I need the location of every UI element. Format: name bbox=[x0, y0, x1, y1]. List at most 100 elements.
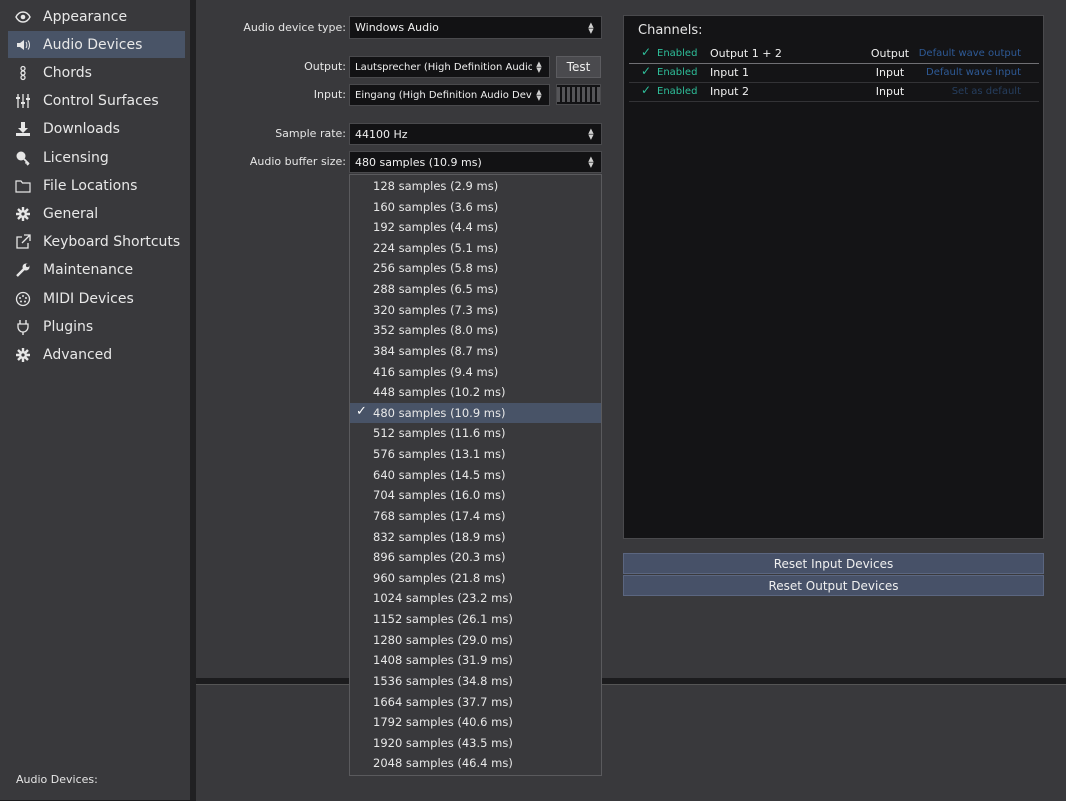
buffer-size-option[interactable]: 1664 samples (37.7 ms) bbox=[350, 692, 601, 712]
buffer-size-option-label: 352 samples (8.0 ms) bbox=[373, 323, 499, 338]
buffer-size-option-label: 384 samples (8.7 ms) bbox=[373, 343, 499, 358]
enabled-check-icon[interactable]: ✓ bbox=[641, 83, 651, 97]
buffer-size-option-label: 832 samples (18.9 ms) bbox=[373, 529, 506, 544]
reset-input-devices-button[interactable]: Reset Input Devices bbox=[623, 553, 1044, 574]
buffer-size-option[interactable]: 288 samples (6.5 ms) bbox=[350, 279, 601, 299]
device-type-select[interactable]: Windows Audio ▲ ▼ bbox=[349, 16, 602, 39]
sidebar-item-licensing[interactable]: Licensing bbox=[8, 144, 185, 171]
buffer-size-option-label: 640 samples (14.5 ms) bbox=[373, 467, 506, 482]
buffer-size-option[interactable]: 384 samples (8.7 ms) bbox=[350, 341, 601, 361]
speaker-icon bbox=[14, 36, 32, 54]
sidebar-item-maintenance[interactable]: Maintenance bbox=[8, 257, 185, 284]
sidebar-item-keyboard-shortcuts[interactable]: Keyboard Shortcuts bbox=[8, 229, 185, 256]
channel-enabled-toggle[interactable]: Enabled bbox=[657, 67, 697, 78]
buffer-size-option[interactable]: 416 samples (9.4 ms) bbox=[350, 362, 601, 382]
sidebar: Appearance Audio Devices Chords Control Sur… bbox=[0, 0, 190, 800]
buffer-size-option[interactable]: 256 samples (5.8 ms) bbox=[350, 258, 601, 278]
test-button[interactable]: Test bbox=[556, 56, 601, 78]
channel-name: Output 1 + 2 bbox=[710, 47, 782, 60]
sidebar-item-file-locations[interactable]: File Locations bbox=[8, 172, 185, 199]
channel-type: Input bbox=[875, 66, 905, 79]
buffer-size-option[interactable]: 1152 samples (26.1 ms) bbox=[350, 609, 601, 629]
buffer-size-option[interactable]: 1536 samples (34.8 ms) bbox=[350, 671, 601, 691]
sample-rate-select[interactable]: 44100 Hz ▲ ▼ bbox=[349, 123, 602, 145]
buffer-size-option[interactable]: 1408 samples (31.9 ms) bbox=[350, 650, 601, 670]
channels-title: Channels: bbox=[638, 23, 703, 38]
channel-type: Output bbox=[870, 47, 910, 60]
chords-icon bbox=[14, 64, 32, 82]
eye-icon bbox=[14, 8, 32, 26]
buffer-size-option-label: 1920 samples (43.5 ms) bbox=[373, 735, 513, 750]
sidebar-item-label: Chords bbox=[43, 64, 92, 81]
buffer-size-value: 480 samples (10.9 ms) bbox=[355, 155, 482, 169]
channel-row: ✓ Enabled Output 1 + 2 Output Default wave o… bbox=[629, 44, 1039, 64]
sidebar-item-audio-devices[interactable]: Audio Devices bbox=[8, 31, 185, 59]
enabled-check-icon[interactable]: ✓ bbox=[641, 64, 651, 78]
sidebar-footer-label: Audio Devices: bbox=[16, 773, 98, 786]
buffer-size-option[interactable]: 224 samples (5.1 ms) bbox=[350, 238, 601, 258]
buffer-size-label: Audio buffer size: bbox=[249, 155, 346, 168]
key-icon bbox=[14, 149, 32, 167]
buffer-size-option-label: 1024 samples (23.2 ms) bbox=[373, 591, 513, 606]
sidebar-item-downloads[interactable]: Downloads bbox=[8, 116, 185, 143]
channel-default-link[interactable]: Default wave output bbox=[919, 48, 1021, 59]
buffer-size-option-label: 2048 samples (46.4 ms) bbox=[373, 756, 513, 771]
enabled-check-icon[interactable]: ✓ bbox=[641, 45, 651, 59]
buffer-size-option-label: 896 samples (20.3 ms) bbox=[373, 550, 506, 565]
channel-default-link[interactable]: Default wave input bbox=[926, 67, 1021, 78]
midi-icon bbox=[14, 290, 32, 308]
channel-enabled-toggle[interactable]: Enabled bbox=[657, 48, 697, 59]
sidebar-item-plugins[interactable]: Plugins bbox=[8, 313, 185, 340]
channel-row: ✓ Enabled Input 1 Input Default wave input bbox=[629, 63, 1039, 83]
buffer-size-option-label: 192 samples (4.4 ms) bbox=[373, 220, 499, 235]
buffer-size-option-label: 1664 samples (37.7 ms) bbox=[373, 694, 513, 709]
sidebar-item-general[interactable]: General bbox=[8, 200, 185, 227]
channel-enabled-toggle[interactable]: Enabled bbox=[657, 86, 697, 97]
buffer-size-option[interactable]: 1024 samples (23.2 ms) bbox=[350, 588, 601, 608]
sidebar-item-label: Appearance bbox=[43, 8, 128, 25]
buffer-size-option-label: 576 samples (13.1 ms) bbox=[373, 447, 506, 462]
buffer-size-option[interactable]: 160 samples (3.6 ms) bbox=[350, 197, 601, 217]
sidebar-item-midi-devices[interactable]: MIDI Devices bbox=[8, 285, 185, 312]
buffer-size-option-label: 704 samples (16.0 ms) bbox=[373, 488, 506, 503]
buffer-size-option[interactable]: 1920 samples (43.5 ms) bbox=[350, 733, 601, 753]
select-arrows-icon: ▲ ▼ bbox=[536, 60, 542, 74]
buffer-size-option[interactable]: 1792 samples (40.6 ms) bbox=[350, 712, 601, 732]
folder-icon bbox=[14, 177, 32, 195]
buffer-size-option[interactable]: 2048 samples (46.4 ms) bbox=[350, 753, 601, 773]
buffer-size-option-label: 448 samples (10.2 ms) bbox=[373, 385, 506, 400]
sidebar-item-label: Licensing bbox=[43, 149, 109, 166]
buffer-size-option[interactable]: 448 samples (10.2 ms) bbox=[350, 382, 601, 402]
buffer-size-option[interactable]: 512 samples (11.6 ms) bbox=[350, 423, 601, 443]
checkmark-icon: ✓ bbox=[356, 403, 367, 419]
input-device-select[interactable]: Eingang (High Definition Audio Device) ▲… bbox=[349, 84, 550, 106]
buffer-size-option[interactable]: 640 samples (14.5 ms) bbox=[350, 465, 601, 485]
buffer-size-option-label: 320 samples (7.3 ms) bbox=[373, 302, 499, 317]
buffer-size-option[interactable]: 704 samples (16.0 ms) bbox=[350, 485, 601, 505]
buffer-size-option[interactable]: 352 samples (8.0 ms) bbox=[350, 320, 601, 340]
output-device-select[interactable]: Lautsprecher (High Definition Audio Devi… bbox=[349, 56, 550, 78]
buffer-size-option[interactable]: 192 samples (4.4 ms) bbox=[350, 217, 601, 237]
buffer-size-option[interactable]: 576 samples (13.1 ms) bbox=[350, 444, 601, 464]
buffer-size-option[interactable]: ✓ 480 samples (10.9 ms) bbox=[350, 402, 601, 423]
bottom-panel bbox=[196, 684, 1066, 801]
sidebar-item-appearance[interactable]: Appearance bbox=[8, 3, 185, 30]
buffer-size-option[interactable]: 896 samples (20.3 ms) bbox=[350, 547, 601, 567]
channel-default-link[interactable]: Set as default bbox=[952, 86, 1021, 97]
buffer-size-option[interactable]: 1280 samples (29.0 ms) bbox=[350, 630, 601, 650]
buffer-size-option[interactable]: 320 samples (7.3 ms) bbox=[350, 300, 601, 320]
device-type-value: Windows Audio bbox=[355, 21, 439, 34]
buffer-size-option[interactable]: 768 samples (17.4 ms) bbox=[350, 506, 601, 526]
buffer-size-option[interactable]: 128 samples (2.9 ms) bbox=[350, 176, 601, 196]
sidebar-item-advanced[interactable]: Advanced bbox=[8, 341, 185, 368]
reset-output-devices-button[interactable]: Reset Output Devices bbox=[623, 575, 1044, 596]
sidebar-item-control-surfaces[interactable]: Control Surfaces bbox=[8, 88, 185, 115]
buffer-size-option-label: 256 samples (5.8 ms) bbox=[373, 261, 499, 276]
buffer-size-option[interactable]: 960 samples (21.8 ms) bbox=[350, 568, 601, 588]
buffer-size-option-label: 480 samples (10.9 ms) bbox=[373, 405, 506, 420]
buffer-size-option-label: 1536 samples (34.8 ms) bbox=[373, 673, 513, 688]
sidebar-item-chords[interactable]: Chords bbox=[8, 59, 185, 86]
buffer-size-option[interactable]: 832 samples (18.9 ms) bbox=[350, 527, 601, 547]
buffer-size-select[interactable]: 480 samples (10.9 ms) ▲ ▼ bbox=[349, 151, 602, 173]
input-label: Input: bbox=[313, 88, 346, 101]
